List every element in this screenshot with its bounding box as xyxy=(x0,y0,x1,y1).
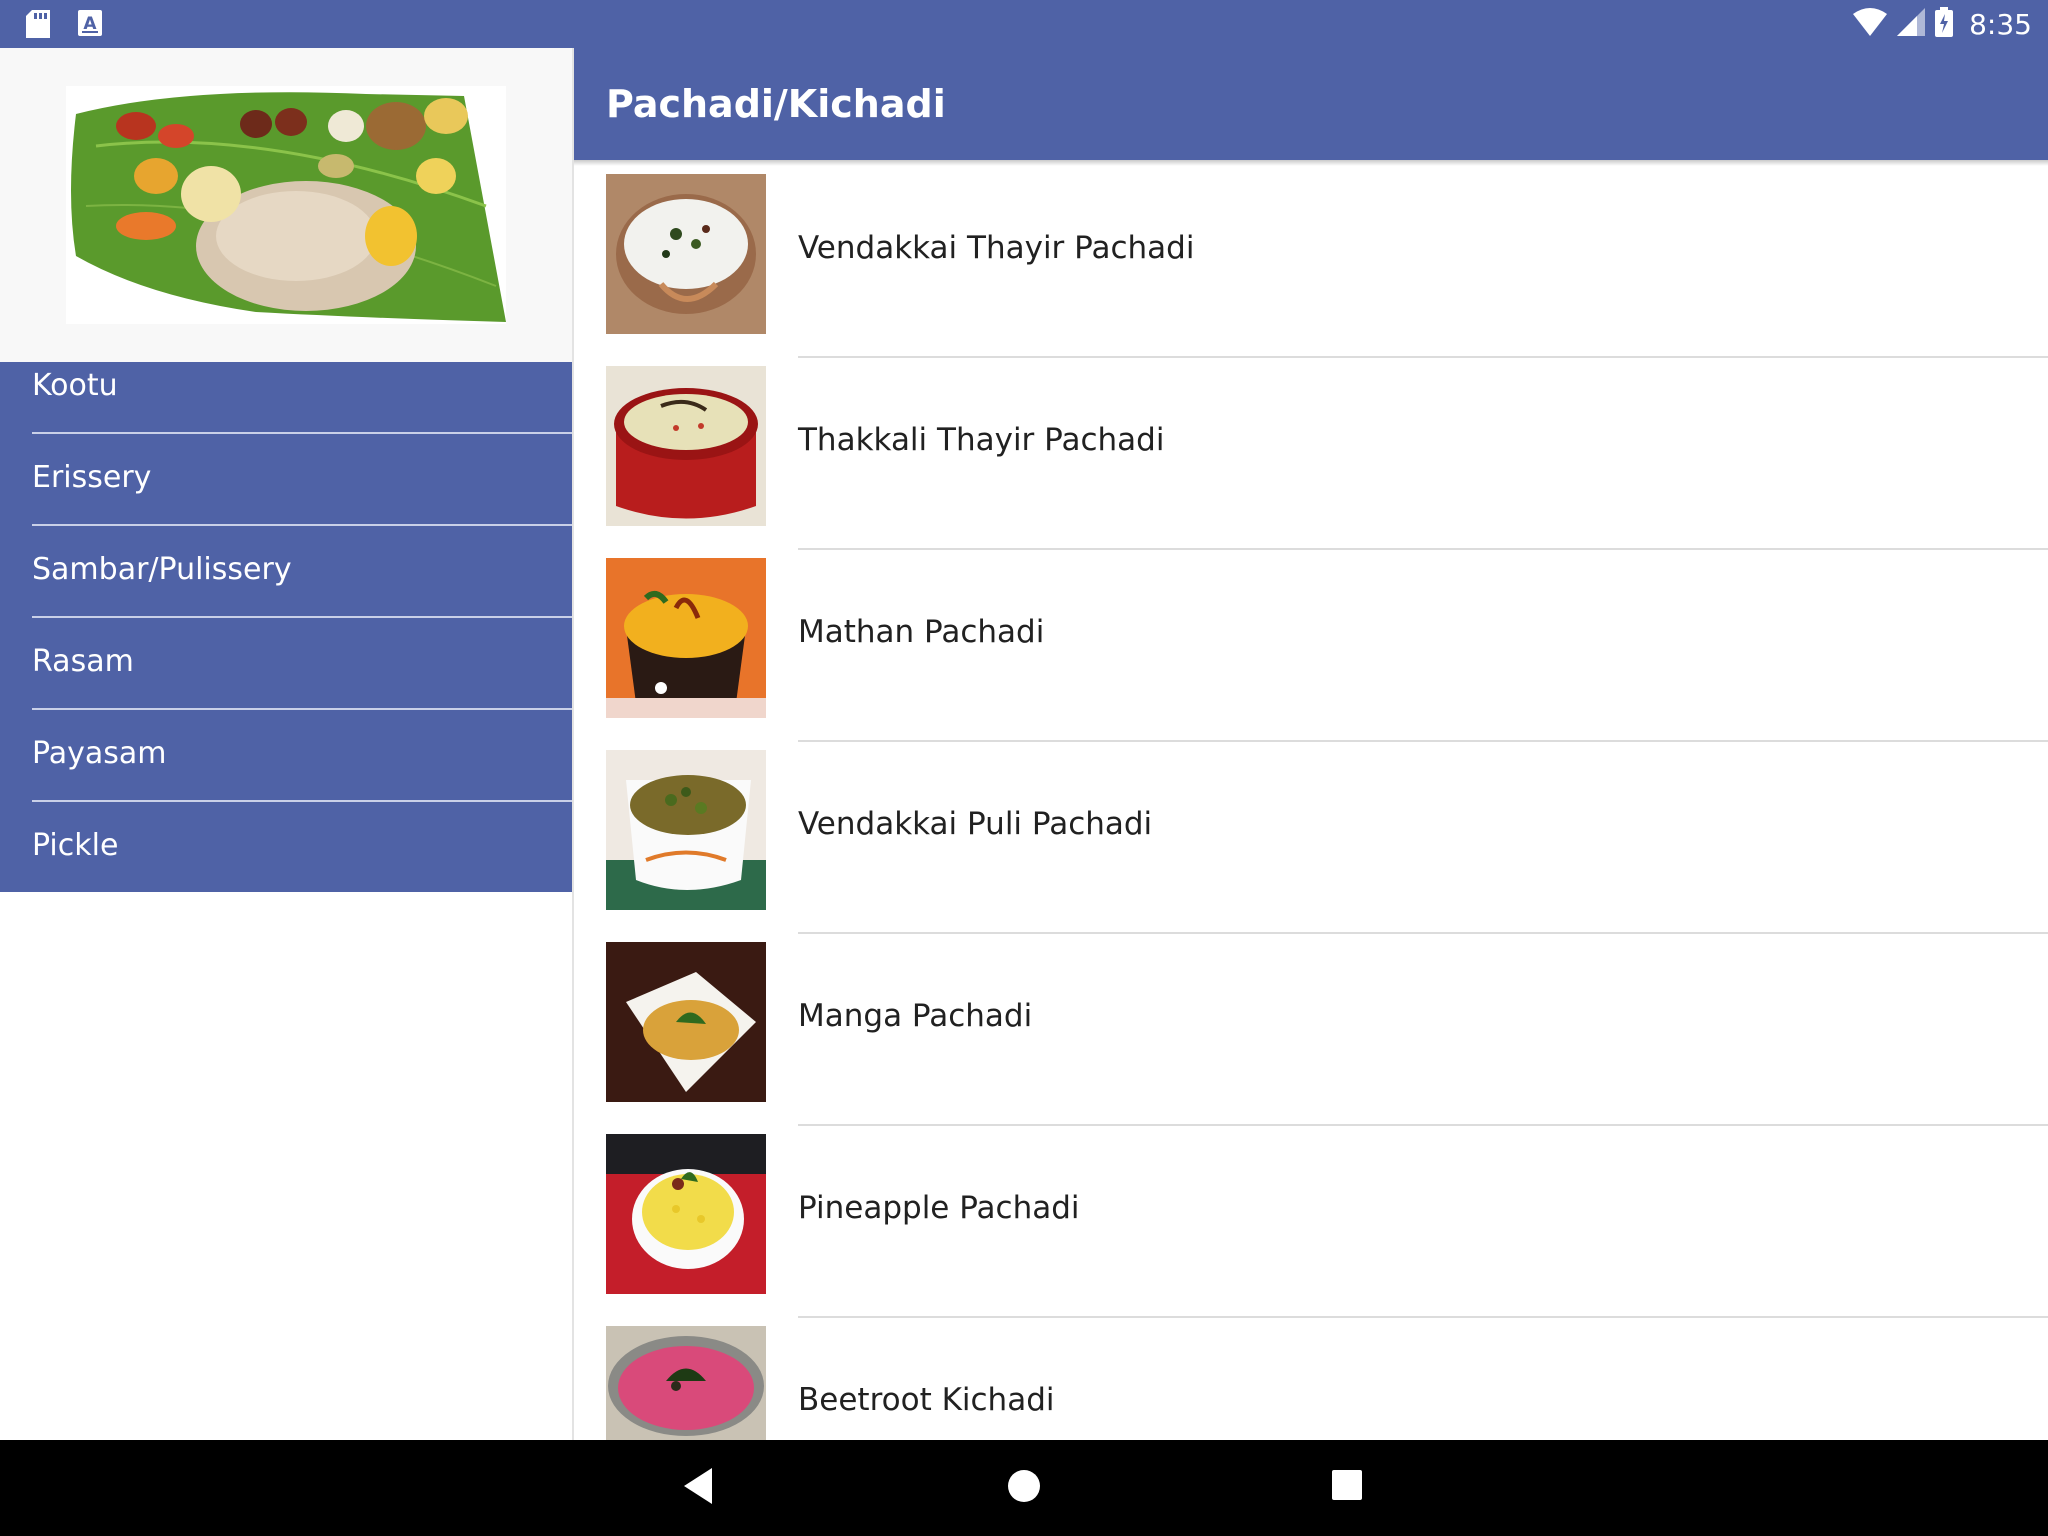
back-icon[interactable] xyxy=(684,1468,714,1508)
menu-item-sambar-pulissery[interactable]: Sambar/Pulissery xyxy=(0,526,572,618)
list-item[interactable]: Manga Pachadi xyxy=(574,934,2048,1126)
home-icon[interactable] xyxy=(1006,1468,1042,1508)
list-item[interactable]: Beetroot Kichadi xyxy=(574,1318,2048,1440)
drawer-menu: Kootu Erissery Sambar/Pulissery Rasam Pa… xyxy=(0,362,572,892)
signal-icon xyxy=(1897,8,1926,40)
recents-icon[interactable] xyxy=(1332,1468,1364,1506)
recipe-list[interactable]: Vendakkai Thayir Pachadi Thakkali Thayir… xyxy=(574,166,2048,1440)
menu-item-label: Payasam xyxy=(32,736,167,771)
sd-card-icon xyxy=(26,10,50,42)
list-item[interactable]: Vendakkai Thayir Pachadi xyxy=(574,166,2048,358)
tomato-curd-pot-image xyxy=(606,366,766,526)
list-item[interactable]: Thakkali Thayir Pachadi xyxy=(574,358,2048,550)
pumpkin-pachadi-image xyxy=(606,558,766,718)
onam-sadya-banana-leaf-image xyxy=(66,86,506,324)
recipe-name: Manga Pachadi xyxy=(798,998,1033,1034)
list-item[interactable]: Vendakkai Puli Pachadi xyxy=(574,742,2048,934)
menu-item-rasam[interactable]: Rasam xyxy=(0,618,572,710)
menu-item-label: Rasam xyxy=(32,644,134,679)
recipe-name: Beetroot Kichadi xyxy=(798,1382,1055,1418)
status-bar: A 8:35 xyxy=(0,0,2048,48)
menu-item-payasam[interactable]: Payasam xyxy=(0,710,572,802)
page-title: Pachadi/Kichadi xyxy=(606,82,946,126)
menu-item-label: Erissery xyxy=(32,460,152,495)
battery-charging-icon xyxy=(1935,7,1954,41)
okra-tamarind-bowl-image xyxy=(606,750,766,910)
drawer-header xyxy=(0,48,572,362)
menu-item-label: Sambar/Pulissery xyxy=(32,552,292,587)
curd-okra-bowl-image xyxy=(606,174,766,334)
app-toolbar: Pachadi/Kichadi xyxy=(574,48,2048,160)
recipe-name: Pineapple Pachadi xyxy=(798,1190,1080,1226)
clock: 8:35 xyxy=(1969,7,2032,41)
menu-item-label: Kootu xyxy=(32,368,118,403)
mango-pachadi-image xyxy=(606,942,766,1102)
list-item[interactable]: Pineapple Pachadi xyxy=(574,1126,2048,1318)
pineapple-pachadi-image xyxy=(606,1134,766,1294)
recipe-name: Thakkali Thayir Pachadi xyxy=(798,422,1165,458)
menu-item-pickle[interactable]: Pickle xyxy=(0,802,572,894)
menu-item-erissery[interactable]: Erissery xyxy=(0,434,572,526)
recipe-name: Vendakkai Thayir Pachadi xyxy=(798,230,1195,266)
beetroot-kichadi-image xyxy=(606,1326,766,1440)
menu-item-label: Pickle xyxy=(32,828,119,863)
recipe-name: Mathan Pachadi xyxy=(798,614,1045,650)
menu-item-kootu[interactable]: Kootu xyxy=(0,362,572,432)
wifi-icon xyxy=(1853,8,1888,40)
recipe-name: Vendakkai Puli Pachadi xyxy=(798,806,1153,842)
keyboard-a-icon: A xyxy=(78,10,102,40)
list-item[interactable]: Mathan Pachadi xyxy=(574,550,2048,742)
navigation-bar xyxy=(0,1440,2048,1536)
